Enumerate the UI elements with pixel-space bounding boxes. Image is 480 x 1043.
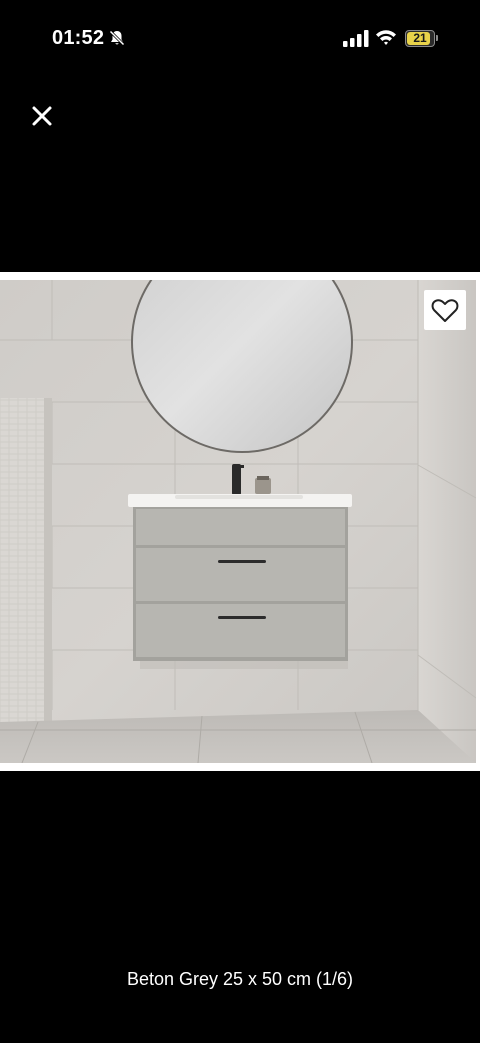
- bell-slash-icon: [109, 30, 125, 46]
- close-icon[interactable]: [26, 100, 58, 132]
- status-time: 01:52: [52, 27, 105, 49]
- battery-icon: 21: [405, 30, 439, 47]
- cellular-signal-icon: [343, 30, 369, 47]
- favorite-button[interactable]: [424, 290, 466, 330]
- product-photo[interactable]: [0, 280, 476, 763]
- heart-icon: [431, 299, 459, 322]
- status-bar: 01:52 21: [0, 0, 480, 78]
- product-photo-frame: [0, 272, 480, 771]
- wifi-icon: [376, 30, 396, 45]
- image-caption: Beton Grey 25 x 50 cm (1/6): [126, 969, 354, 989]
- battery-level: 21: [413, 31, 427, 45]
